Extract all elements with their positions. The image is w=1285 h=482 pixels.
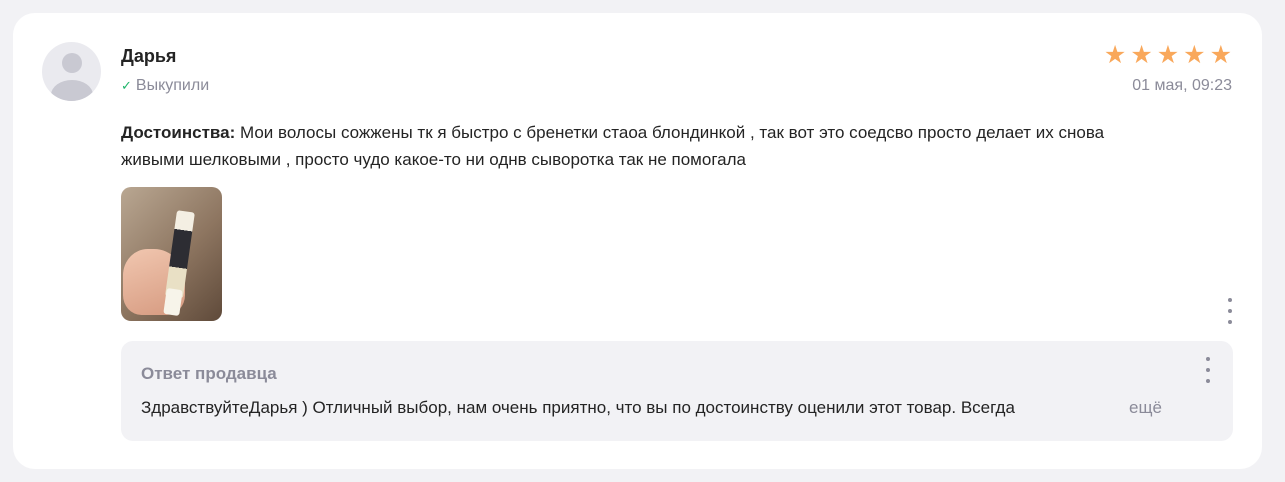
seller-reply: Ответ продавца ЗдравствуйтеДарья ) Отлич… xyxy=(121,341,1233,441)
star-icon: ★ xyxy=(1183,41,1206,69)
avatar[interactable] xyxy=(42,42,101,101)
menu-dot xyxy=(1228,298,1232,302)
review-text: Достоинства: Мои волосы сожжены тк я быс… xyxy=(121,119,1171,173)
reply-text-fade xyxy=(1096,395,1128,419)
menu-dot xyxy=(1228,320,1232,324)
review-photo-thumbnail[interactable] xyxy=(121,187,222,321)
rating-stars: ★ ★ ★ ★ ★ xyxy=(1104,41,1232,69)
review-author-name: Дарья xyxy=(121,46,177,66)
check-icon: ✓ xyxy=(121,78,132,93)
star-icon: ★ xyxy=(1209,41,1232,69)
menu-dot xyxy=(1206,368,1210,372)
menu-dot xyxy=(1206,357,1210,361)
avatar-head-shape xyxy=(62,53,82,73)
review-card: Дарья ✓ Выкупили ★ ★ ★ ★ ★ 01 мая, 09:23… xyxy=(13,13,1262,469)
star-icon: ★ xyxy=(1156,41,1180,69)
review-date: 01 мая, 09:23 xyxy=(1132,77,1232,94)
seller-reply-text: ЗдравствуйтеДарья ) Отличный выбор, нам … xyxy=(141,398,1015,417)
photo-product-cap-shape xyxy=(163,288,183,316)
more-vertical-icon[interactable] xyxy=(1198,357,1218,383)
pros-label: Достоинства: xyxy=(121,123,236,142)
menu-dot xyxy=(1228,309,1232,313)
pros-text: Мои волосы сожжены тк я быстро с бренетк… xyxy=(121,123,1105,169)
more-vertical-icon[interactable] xyxy=(1220,298,1240,324)
purchase-status-label: Выкупили xyxy=(135,77,210,94)
avatar-body-shape xyxy=(51,80,93,101)
reply-more-link[interactable]: ещё xyxy=(1129,398,1162,418)
seller-reply-title: Ответ продавца xyxy=(141,364,277,383)
star-icon: ★ xyxy=(1103,41,1127,69)
menu-dot xyxy=(1206,379,1210,383)
purchase-status: ✓ Выкупили xyxy=(121,77,209,95)
star-icon: ★ xyxy=(1130,41,1153,69)
